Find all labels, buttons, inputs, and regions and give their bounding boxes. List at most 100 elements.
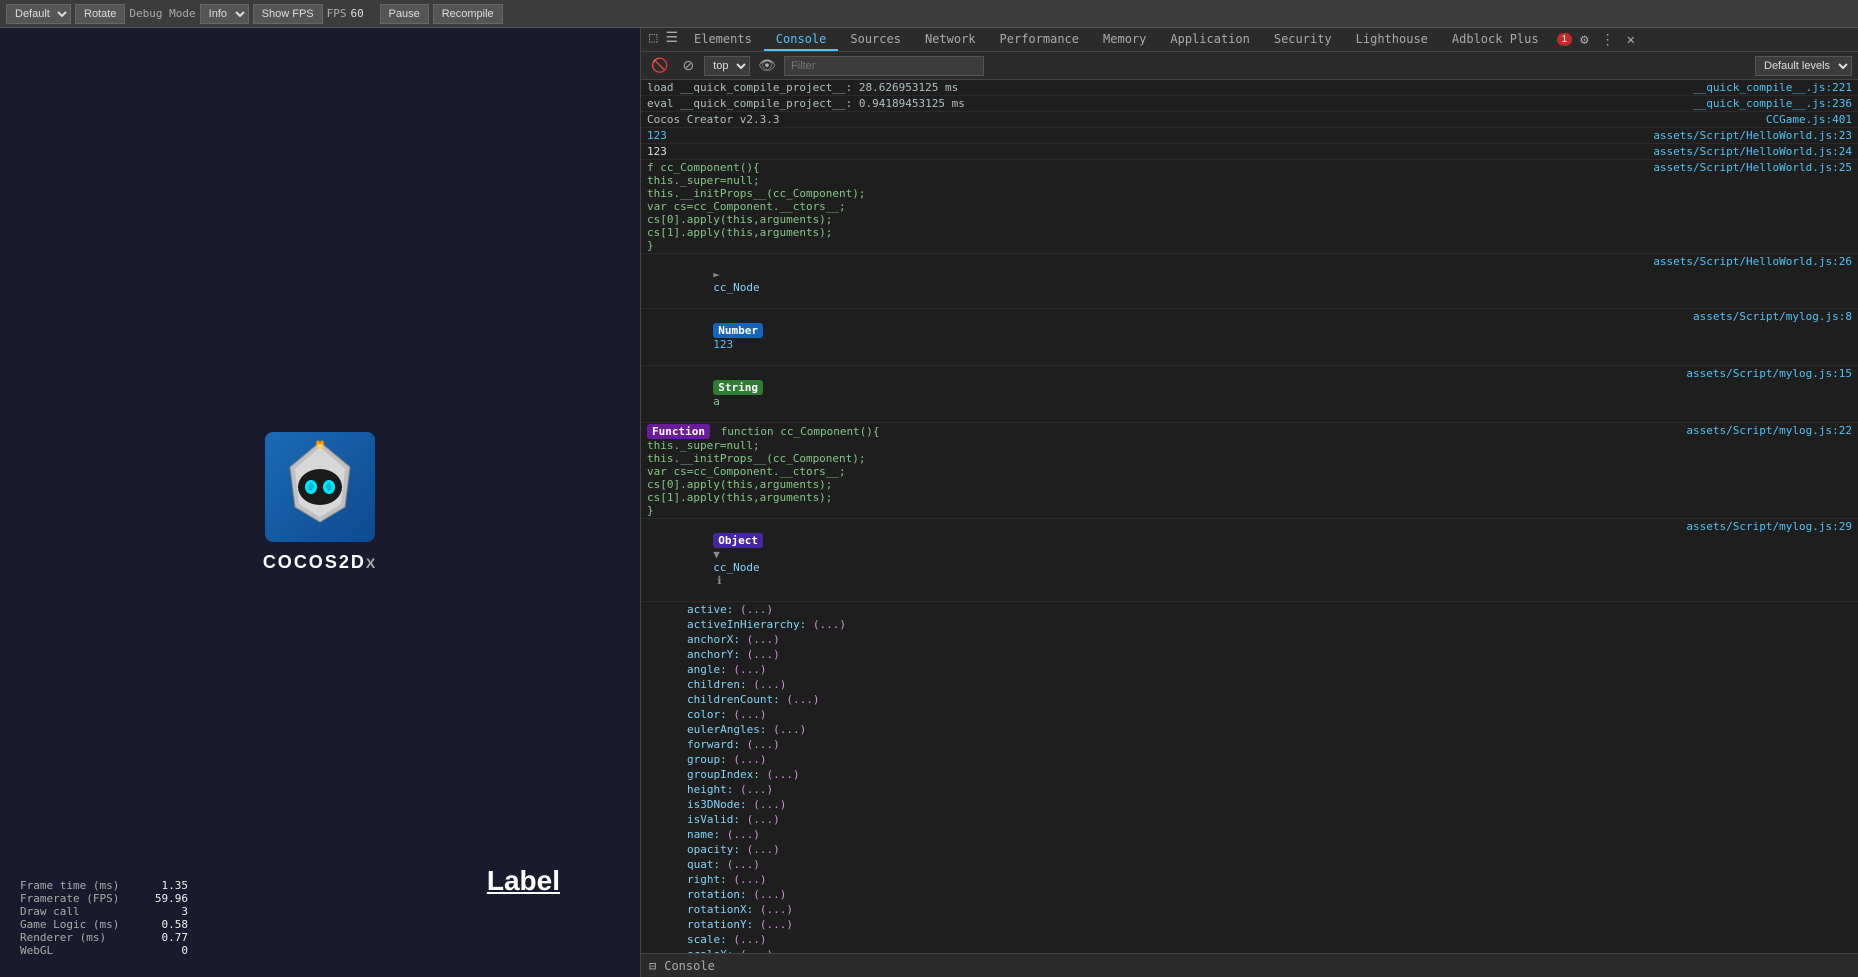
tab-lighthouse[interactable]: Lighthouse [1344, 28, 1440, 51]
recompile-button[interactable]: Recompile [433, 4, 503, 24]
stat-frametime: Frame time (ms) 1.35 [20, 879, 188, 892]
console-bottom-label: Console [664, 959, 715, 973]
prop-opacity: opacity: (...) [641, 842, 1858, 857]
framerate-value: 59.96 [148, 892, 188, 905]
stat-drawcall: Draw call 3 [20, 905, 188, 918]
stat-framerate: Framerate (FPS) 59.96 [20, 892, 188, 905]
main-area: COCOS2DX Label Frame time (ms) 1.35 Fram… [0, 28, 1858, 977]
console-drawer-icon[interactable]: ⊟ [649, 959, 656, 973]
devtools-tabbar: ⬚ ☰ Elements Console Sources Network Per… [641, 28, 1858, 52]
settings-icon[interactable]: ⚙ [1576, 30, 1592, 50]
fps-value: 60 [351, 7, 376, 20]
console-row: Cocos Creator v2.3.3 CCGame.js:401 [641, 112, 1858, 128]
console-text: Number 123 [647, 310, 1683, 364]
main-toolbar: Default Rotate Debug Mode Info Show FPS … [0, 0, 1858, 28]
console-text: Function function cc_Component(){ this._… [647, 424, 1676, 517]
level-select[interactable]: Default levels [1755, 56, 1852, 76]
tab-console[interactable]: Console [764, 28, 839, 51]
debug-mode-select[interactable]: Info [200, 4, 249, 24]
prop-children: children: (...) [641, 677, 1858, 692]
cocos-brand-text: COCOS2DX [263, 552, 377, 573]
console-row: load __quick_compile_project__: 28.62695… [641, 80, 1858, 96]
console-text: 123 [647, 129, 1643, 142]
console-source[interactable]: assets/Script/mylog.js:22 [1686, 424, 1852, 437]
tab-elements[interactable]: Elements [682, 28, 764, 51]
prop-group: group: (...) [641, 752, 1858, 767]
pause-button[interactable]: Pause [380, 4, 429, 24]
console-text: eval __quick_compile_project__: 0.941894… [647, 97, 1683, 110]
console-source[interactable]: __quick_compile__.js:236 [1693, 97, 1852, 110]
object-properties: active: (...) activeInHierarchy: (...) a… [641, 602, 1858, 953]
console-source[interactable]: assets/Script/mylog.js:29 [1686, 520, 1852, 533]
prop-is3dnode: is3DNode: (...) [641, 797, 1858, 812]
prop-height: height: (...) [641, 782, 1858, 797]
tab-memory[interactable]: Memory [1091, 28, 1158, 51]
tab-sources[interactable]: Sources [838, 28, 913, 51]
frametime-value: 1.35 [148, 879, 188, 892]
webgl-value: 0 [148, 944, 188, 957]
expand-arrow[interactable]: ▼ [713, 548, 720, 561]
prop-scale: scale: (...) [641, 932, 1858, 947]
console-text: Cocos Creator v2.3.3 [647, 113, 1756, 126]
console-row: Number 123 assets/Script/mylog.js:8 [641, 309, 1858, 366]
console-source[interactable]: assets/Script/HelloWorld.js:26 [1653, 255, 1852, 268]
string-badge: String [713, 380, 763, 395]
filter-input[interactable] [784, 56, 984, 76]
function-badge: Function [647, 424, 710, 439]
expand-arrow[interactable]: ► [713, 268, 720, 281]
frametime-label: Frame time (ms) [20, 879, 140, 892]
console-source[interactable]: assets/Script/mylog.js:15 [1686, 367, 1852, 380]
console-output[interactable]: load __quick_compile_project__: 28.62695… [641, 80, 1858, 953]
fps-label: FPS [327, 7, 347, 20]
context-select[interactable]: top [704, 56, 750, 76]
console-text: load __quick_compile_project__: 28.62695… [647, 81, 1683, 94]
console-source[interactable]: __quick_compile__.js:221 [1693, 81, 1852, 94]
rotate-button[interactable]: Rotate [75, 4, 125, 24]
prop-angle: angle: (...) [641, 662, 1858, 677]
tab-performance[interactable]: Performance [988, 28, 1091, 51]
prop-rotation-y: rotationY: (...) [641, 917, 1858, 932]
device-icon[interactable]: ☰ [661, 28, 682, 51]
filter-icon-button[interactable]: ⊘ [678, 55, 698, 76]
prop-active-in-hierarchy: activeInHierarchy: (...) [641, 617, 1858, 632]
console-row: eval __quick_compile_project__: 0.941894… [641, 96, 1858, 112]
clear-console-button[interactable]: 🚫 [647, 55, 672, 76]
prop-color: color: (...) [641, 707, 1858, 722]
console-source[interactable]: assets/Script/HelloWorld.js:24 [1653, 145, 1852, 158]
console-toolbar: 🚫 ⊘ top 👁 Default levels [641, 52, 1858, 80]
prop-isvalid: isValid: (...) [641, 812, 1858, 827]
game-panel: COCOS2DX Label Frame time (ms) 1.35 Fram… [0, 28, 640, 977]
console-source[interactable]: assets/Script/HelloWorld.js:25 [1653, 161, 1852, 174]
stat-renderer: Renderer (ms) 0.77 [20, 931, 188, 944]
prop-forward: forward: (...) [641, 737, 1858, 752]
tab-adblock[interactable]: Adblock Plus [1440, 28, 1551, 51]
default-select[interactable]: Default [6, 4, 71, 24]
devtools-right-icons: 1 ⚙ ⋮ ✕ [1551, 28, 1645, 51]
console-row: 123 assets/Script/HelloWorld.js:24 [641, 144, 1858, 160]
webgl-label: WebGL [20, 944, 140, 957]
cocos-helmet-svg [275, 437, 365, 537]
console-row: Object ▼ cc_Node ℹ assets/Script/mylog.j… [641, 519, 1858, 602]
tab-security[interactable]: Security [1262, 28, 1344, 51]
tab-network[interactable]: Network [913, 28, 988, 51]
console-source[interactable]: assets/Script/HelloWorld.js:23 [1653, 129, 1852, 142]
prop-rotation-x: rotationX: (...) [641, 902, 1858, 917]
console-text: ► cc_Node [647, 255, 1643, 307]
more-icon[interactable]: ⋮ [1597, 30, 1619, 50]
console-text: 123 [647, 145, 1643, 158]
show-fps-button[interactable]: Show FPS [253, 4, 323, 24]
renderer-label: Renderer (ms) [20, 931, 140, 944]
stats-panel: Frame time (ms) 1.35 Framerate (FPS) 59.… [20, 879, 188, 957]
tab-application[interactable]: Application [1158, 28, 1261, 51]
cocos-logo-box [265, 432, 375, 542]
eye-button[interactable]: 👁 [756, 55, 778, 76]
prop-quat: quat: (...) [641, 857, 1858, 872]
renderer-value: 0.77 [148, 931, 188, 944]
console-row: 123 assets/Script/HelloWorld.js:23 [641, 128, 1858, 144]
inspect-icon[interactable]: ⬚ [645, 28, 661, 51]
prop-group-index: groupIndex: (...) [641, 767, 1858, 782]
console-source[interactable]: CCGame.js:401 [1766, 113, 1852, 126]
gamelogic-label: Game Logic (ms) [20, 918, 140, 931]
close-icon[interactable]: ✕ [1623, 30, 1639, 50]
console-source[interactable]: assets/Script/mylog.js:8 [1693, 310, 1852, 323]
